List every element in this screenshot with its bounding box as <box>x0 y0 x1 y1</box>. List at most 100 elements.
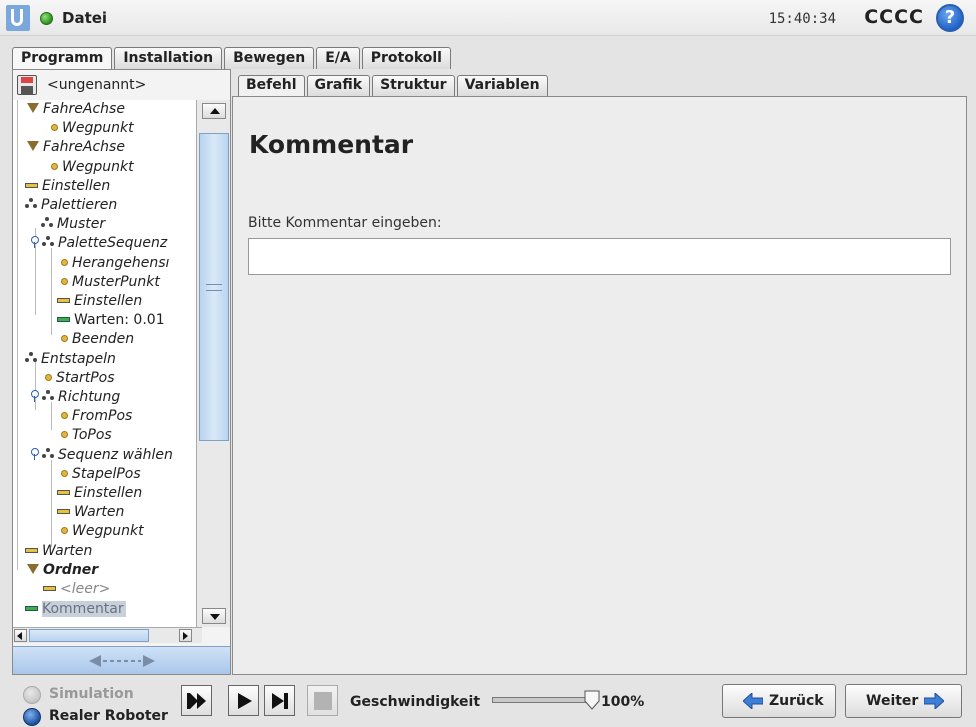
expand-icon[interactable] <box>31 389 39 402</box>
program-name: <ungenannt> <box>47 77 147 93</box>
expand-icon[interactable] <box>31 235 39 248</box>
step-button[interactable] <box>264 685 295 716</box>
command-panel: Kommentar Bitte Kommentar eingeben: <box>232 96 967 675</box>
tree-item[interactable]: PaletteSequenz <box>13 234 196 253</box>
arrow-right-icon <box>924 693 944 709</box>
robot-status-icon <box>40 12 53 25</box>
set-icon <box>43 585 56 591</box>
save-icon[interactable] <box>17 75 37 95</box>
speed-slider-thumb[interactable] <box>584 690 600 710</box>
file-menu[interactable]: Datei <box>62 9 107 27</box>
back-button[interactable]: Zurück <box>722 684 836 718</box>
expand-icon[interactable] <box>31 447 39 460</box>
radio-real-robot-icon[interactable] <box>23 708 41 726</box>
main-tabs: Programm Installation Bewegen E/A Protok… <box>12 47 453 71</box>
tree-item-selected[interactable]: Kommentar <box>13 600 196 619</box>
play-button[interactable] <box>228 685 259 716</box>
tab-log[interactable]: Protokoll <box>361 47 451 69</box>
wait-icon <box>57 316 70 322</box>
tree-item[interactable]: FahreAchse <box>13 100 196 119</box>
tree-item[interactable]: Herangehensı <box>13 254 196 273</box>
tab-variables[interactable]: Variablen <box>456 75 548 96</box>
speed-value: 100% <box>601 694 645 710</box>
waypoint-icon <box>45 373 52 381</box>
waypoint-icon <box>61 430 68 438</box>
program-tree[interactable]: FahreAchse Wegpunkt FahreAchse Wegpunkt … <box>13 100 196 627</box>
stop-button[interactable] <box>307 685 338 716</box>
sub-tabs: Befehl Grafik Struktur Variablen <box>238 75 550 98</box>
speed-slider-fill <box>493 698 591 702</box>
scroll-left-icon[interactable] <box>14 629 27 642</box>
tree-item[interactable]: Wegpunkt <box>13 158 196 177</box>
folder-icon <box>27 103 39 113</box>
tree-item[interactable]: FromPos <box>13 407 196 426</box>
page-title: Kommentar <box>249 130 414 159</box>
speed-label: Geschwindigkeit <box>350 694 481 710</box>
clock: 15:40:34 <box>768 11 836 27</box>
set-icon <box>57 489 70 495</box>
stop-icon <box>314 692 332 710</box>
tree-item[interactable]: Wegpunkt <box>13 522 196 541</box>
tree-item[interactable]: Wegpunkt <box>13 119 196 138</box>
arrow-left-icon <box>743 693 763 709</box>
tab-graphics[interactable]: Grafik <box>306 75 371 96</box>
tab-command[interactable]: Befehl <box>238 75 305 98</box>
play-icon <box>238 693 252 709</box>
tree-item[interactable]: Richtung <box>13 388 196 407</box>
tree-item[interactable]: <leer> <box>13 580 196 599</box>
tree-item[interactable]: Warten <box>13 503 196 522</box>
tree-item[interactable]: Beenden <box>13 330 196 349</box>
waypoint-icon <box>51 123 58 131</box>
next-button[interactable]: Weiter <box>845 684 962 718</box>
set-icon <box>25 547 38 553</box>
pallet-icon <box>25 352 37 363</box>
tree-item[interactable]: Einstellen <box>13 177 196 196</box>
folder-icon <box>27 141 39 151</box>
folder-icon <box>27 564 39 574</box>
tree-item[interactable]: StapelPos <box>13 465 196 484</box>
pallet-icon <box>42 390 54 401</box>
tab-structure[interactable]: Struktur <box>372 75 455 96</box>
tree-item[interactable]: StartPos <box>13 369 196 388</box>
tree-item[interactable]: FahreAchse <box>13 138 196 157</box>
pallet-icon <box>25 198 37 209</box>
waypoint-icon <box>61 334 68 342</box>
robot-name: CCCC <box>864 6 924 28</box>
tree-item[interactable]: Palettieren <box>13 196 196 215</box>
comment-icon <box>25 605 38 611</box>
pallet-icon <box>41 217 53 228</box>
scroll-up-icon[interactable] <box>202 103 226 119</box>
tree-item[interactable]: Einstellen <box>13 484 196 503</box>
tree-item[interactable]: Warten: 0.01 <box>13 311 196 330</box>
resize-arrows-icon <box>89 655 155 667</box>
tree-item[interactable]: Warten <box>13 542 196 561</box>
comment-input[interactable] <box>248 238 951 275</box>
tab-move[interactable]: Bewegen <box>224 47 315 69</box>
scroll-down-icon[interactable] <box>202 608 226 624</box>
tab-installation[interactable]: Installation <box>114 47 223 69</box>
help-icon[interactable]: ? <box>936 4 964 32</box>
tree-item[interactable]: Sequenz wählen <box>13 446 196 465</box>
tree-item[interactable]: Ordner <box>13 561 196 580</box>
speed-slider[interactable] <box>492 697 592 703</box>
tree-horizontal-scrollbar[interactable] <box>13 627 202 643</box>
tree-item[interactable]: Muster <box>13 215 196 234</box>
scroll-thumb[interactable] <box>199 133 229 441</box>
tab-io[interactable]: E/A <box>316 47 360 69</box>
comment-label: Bitte Kommentar eingeben: <box>248 215 442 231</box>
panel-resize-button[interactable] <box>13 646 230 674</box>
waypoint-icon <box>61 277 68 285</box>
horizontal-scroll-thumb[interactable] <box>29 629 149 642</box>
ur-logo-icon <box>6 5 30 31</box>
tree-item[interactable]: MusterPunkt <box>13 273 196 292</box>
program-tree-panel: <ungenannt> FahreAchse Wegpunkt FahreAch… <box>12 69 231 675</box>
scroll-right-icon[interactable] <box>179 629 192 642</box>
tree-item[interactable]: Einstellen <box>13 292 196 311</box>
tab-program[interactable]: Programm <box>12 47 113 71</box>
skip-back-button[interactable] <box>181 685 212 716</box>
tree-item[interactable]: ToPos <box>13 426 196 445</box>
title-bar: Datei 15:40:34 CCCC ? <box>0 0 976 36</box>
tree-item[interactable]: Entstapeln <box>13 350 196 369</box>
radio-simulation-icon[interactable] <box>23 686 41 704</box>
tree-vertical-scrollbar[interactable] <box>196 100 230 627</box>
